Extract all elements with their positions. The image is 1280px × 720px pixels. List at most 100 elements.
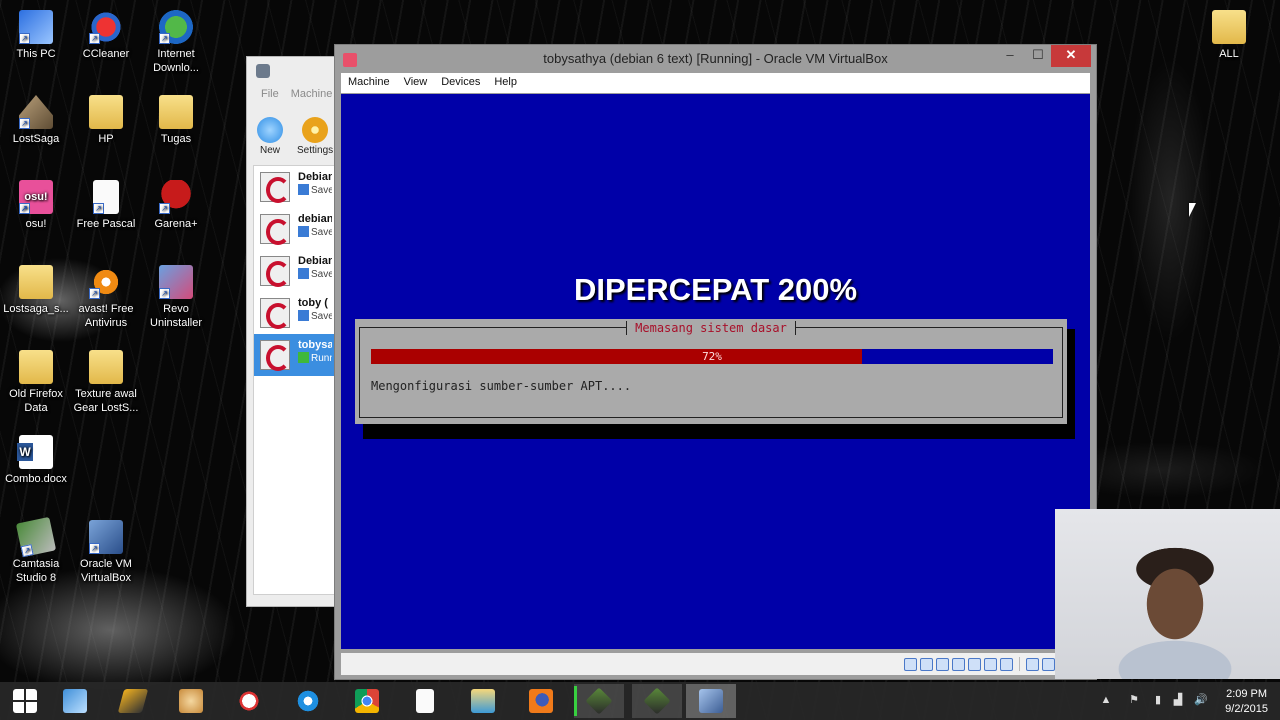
window-title: tobysathya (debian 6 text) [Running] - O… bbox=[543, 51, 888, 66]
action-center-flag-icon[interactable]: ⚑ bbox=[1128, 694, 1140, 706]
desktop-icon[interactable]: ↗ Free Pascal bbox=[70, 180, 142, 231]
vm-window[interactable]: tobysathya (debian 6 text) [Running] - O… bbox=[334, 44, 1097, 680]
menu-machine[interactable]: Machine bbox=[291, 85, 333, 103]
system-tray: ▲ ⚑ ▮ ▟ 🔊 2:09 PM 9/2/2015 bbox=[1090, 682, 1280, 720]
taskbar-chrome-button[interactable] bbox=[342, 684, 392, 718]
shortcut-arrow-icon: ↗ bbox=[19, 203, 30, 214]
vm-name: toby ( bbox=[298, 297, 328, 309]
vm-state: Saved bbox=[298, 310, 332, 322]
manager-titlebar[interactable] bbox=[247, 57, 345, 85]
vm-state: Saved bbox=[298, 184, 332, 196]
taskbar-paint-button[interactable] bbox=[166, 684, 216, 718]
word-document-icon bbox=[17, 435, 53, 469]
taskbar-internet-explorer-button[interactable] bbox=[283, 684, 333, 718]
desktop-icon[interactable]: ↗ Camtasia Studio 8 bbox=[0, 516, 72, 585]
desktop-icon[interactable]: ↗ Oracle VM VirtualBox bbox=[70, 520, 142, 585]
vm-list-item[interactable]: debianSaved bbox=[254, 208, 342, 250]
desktop-icon[interactable]: ALL bbox=[1193, 10, 1265, 61]
taskbar-separator bbox=[574, 686, 577, 716]
menu-machine[interactable]: Machine bbox=[341, 73, 397, 93]
debian-logo-icon bbox=[260, 214, 290, 245]
taskbar: ▲ ⚑ ▮ ▟ 🔊 2:09 PM 9/2/2015 bbox=[0, 682, 1280, 720]
desktop-icon-label: Revo Uninstaller bbox=[150, 303, 202, 329]
vm-statusbar: Right bbox=[341, 653, 1090, 675]
host-key-icon[interactable] bbox=[1042, 657, 1056, 671]
shared-folders-icon[interactable] bbox=[968, 657, 982, 671]
vm-screen[interactable]: DIPERCEPAT 200% Memasang sistem dasar 72… bbox=[341, 94, 1090, 649]
maximize-button[interactable]: ☐ bbox=[1024, 45, 1052, 67]
display-icon[interactable] bbox=[1000, 657, 1014, 671]
video-capture-icon[interactable] bbox=[984, 657, 998, 671]
volume-icon[interactable]: 🔊 bbox=[1194, 694, 1208, 706]
file-explorer-icon bbox=[471, 689, 495, 713]
taskbar-file-explorer-button[interactable] bbox=[458, 684, 508, 718]
menu-devices[interactable]: Devices bbox=[434, 73, 487, 93]
progress-message: Mengonfigurasi sumber-sumber APT.... bbox=[371, 379, 632, 393]
taskbar-file-button[interactable] bbox=[400, 684, 450, 718]
vm-window-titlebar[interactable]: tobysathya (debian 6 text) [Running] - O… bbox=[335, 45, 1096, 73]
desktop-icon[interactable]: Old Firefox Data bbox=[0, 350, 72, 415]
usb-icon[interactable] bbox=[936, 657, 950, 671]
menu-help[interactable]: Help bbox=[487, 73, 524, 93]
vm-name: debian bbox=[298, 213, 332, 225]
desktop-icon[interactable]: Tugas bbox=[140, 95, 212, 146]
desktop-icon-label: Oracle VM VirtualBox bbox=[80, 558, 132, 584]
optical-drive-icon[interactable] bbox=[920, 657, 934, 671]
settings-button[interactable]: Settings bbox=[297, 117, 333, 156]
battery-icon[interactable]: ▮ bbox=[1152, 694, 1164, 706]
show-hidden-icons-button[interactable]: ▲ bbox=[1100, 694, 1112, 706]
vm-name: Debian bbox=[298, 255, 332, 267]
paint-icon bbox=[179, 689, 203, 713]
taskbar-start-button[interactable] bbox=[0, 684, 50, 718]
desktop-icon-label: This PC bbox=[16, 48, 56, 60]
desktop-icon[interactable]: ↗ Garena+ bbox=[140, 180, 212, 231]
desktop-icon[interactable]: ↗ Revo Uninstaller bbox=[140, 265, 212, 330]
progress-label: 72% bbox=[702, 350, 722, 363]
desktop-icon[interactable]: ↗ Internet Downlo... bbox=[140, 10, 212, 75]
taskbar-firefox-button[interactable] bbox=[516, 684, 566, 718]
shortcut-arrow-icon: ↗ bbox=[89, 288, 100, 299]
close-button[interactable]: ✕ bbox=[1051, 45, 1091, 67]
vm-list-item[interactable]: DebianSaved bbox=[254, 250, 342, 292]
menu-view[interactable]: View bbox=[397, 73, 435, 93]
mouse-integration-icon[interactable] bbox=[1026, 657, 1040, 671]
desktop-icon[interactable]: HP bbox=[70, 95, 142, 146]
file-icon: ↗ bbox=[93, 180, 119, 214]
shortcut-arrow-icon: ↗ bbox=[93, 203, 104, 214]
osu-icon: osu! ↗ bbox=[19, 180, 53, 214]
taskbar-camtasia-button[interactable] bbox=[574, 684, 624, 718]
vm-menubar: Machine View Devices Help bbox=[341, 73, 1090, 93]
vm-list-item[interactable]: toby (Saved bbox=[254, 292, 342, 334]
taskbar-winamp-button[interactable] bbox=[108, 684, 158, 718]
desktop-icon[interactable]: Lostsaga_s... bbox=[0, 265, 72, 316]
hard-disk-icon[interactable] bbox=[904, 657, 918, 671]
desktop-icon[interactable]: osu! ↗ osu! bbox=[0, 180, 72, 231]
desktop-icon[interactable]: ↗ LostSaga bbox=[0, 95, 72, 146]
debian-logo-icon bbox=[260, 298, 290, 329]
taskbar-snipping-tool-button[interactable] bbox=[224, 684, 274, 718]
new-label: New bbox=[259, 145, 280, 156]
vm-list-item[interactable]: tobysaRunning bbox=[254, 334, 342, 376]
taskbar-virtualbox-button[interactable] bbox=[686, 684, 736, 718]
desktop-icon[interactable]: Texture awal Gear LostS... bbox=[70, 350, 142, 415]
network-icon[interactable] bbox=[952, 657, 966, 671]
desktop-icon[interactable]: Combo.docx bbox=[0, 435, 72, 486]
minimize-button[interactable]: ‒ bbox=[996, 45, 1024, 67]
installer-dialog: Memasang sistem dasar 72% Mengonfigurasi… bbox=[355, 319, 1067, 424]
saved-state-icon bbox=[298, 184, 309, 195]
debian-logo-icon bbox=[260, 172, 290, 203]
dialog-title-wrap: Memasang sistem dasar bbox=[355, 319, 1067, 337]
desktop-icon-label: Texture awal Gear LostS... bbox=[73, 388, 139, 414]
debian-logo-icon bbox=[260, 340, 290, 371]
wifi-signal-icon[interactable]: ▟ bbox=[1172, 694, 1184, 706]
virtualbox-manager-window[interactable]: File Machine New Settings DebianSaveddeb… bbox=[246, 56, 346, 607]
taskbar-camtasia-recorder-button[interactable] bbox=[632, 684, 682, 718]
desktop-icon[interactable]: ↗ This PC bbox=[0, 10, 72, 61]
new-button[interactable]: New bbox=[257, 117, 283, 156]
desktop-icon[interactable]: ↗ avast! Free Antivirus bbox=[70, 265, 142, 330]
menu-file[interactable]: File bbox=[261, 85, 279, 103]
vm-list-item[interactable]: DebianSaved bbox=[254, 166, 342, 208]
desktop-icon[interactable]: ↗ CCleaner bbox=[70, 10, 142, 61]
taskbar-control-panel-button[interactable] bbox=[50, 684, 100, 718]
clock[interactable]: 2:09 PM 9/2/2015 bbox=[1225, 687, 1268, 717]
